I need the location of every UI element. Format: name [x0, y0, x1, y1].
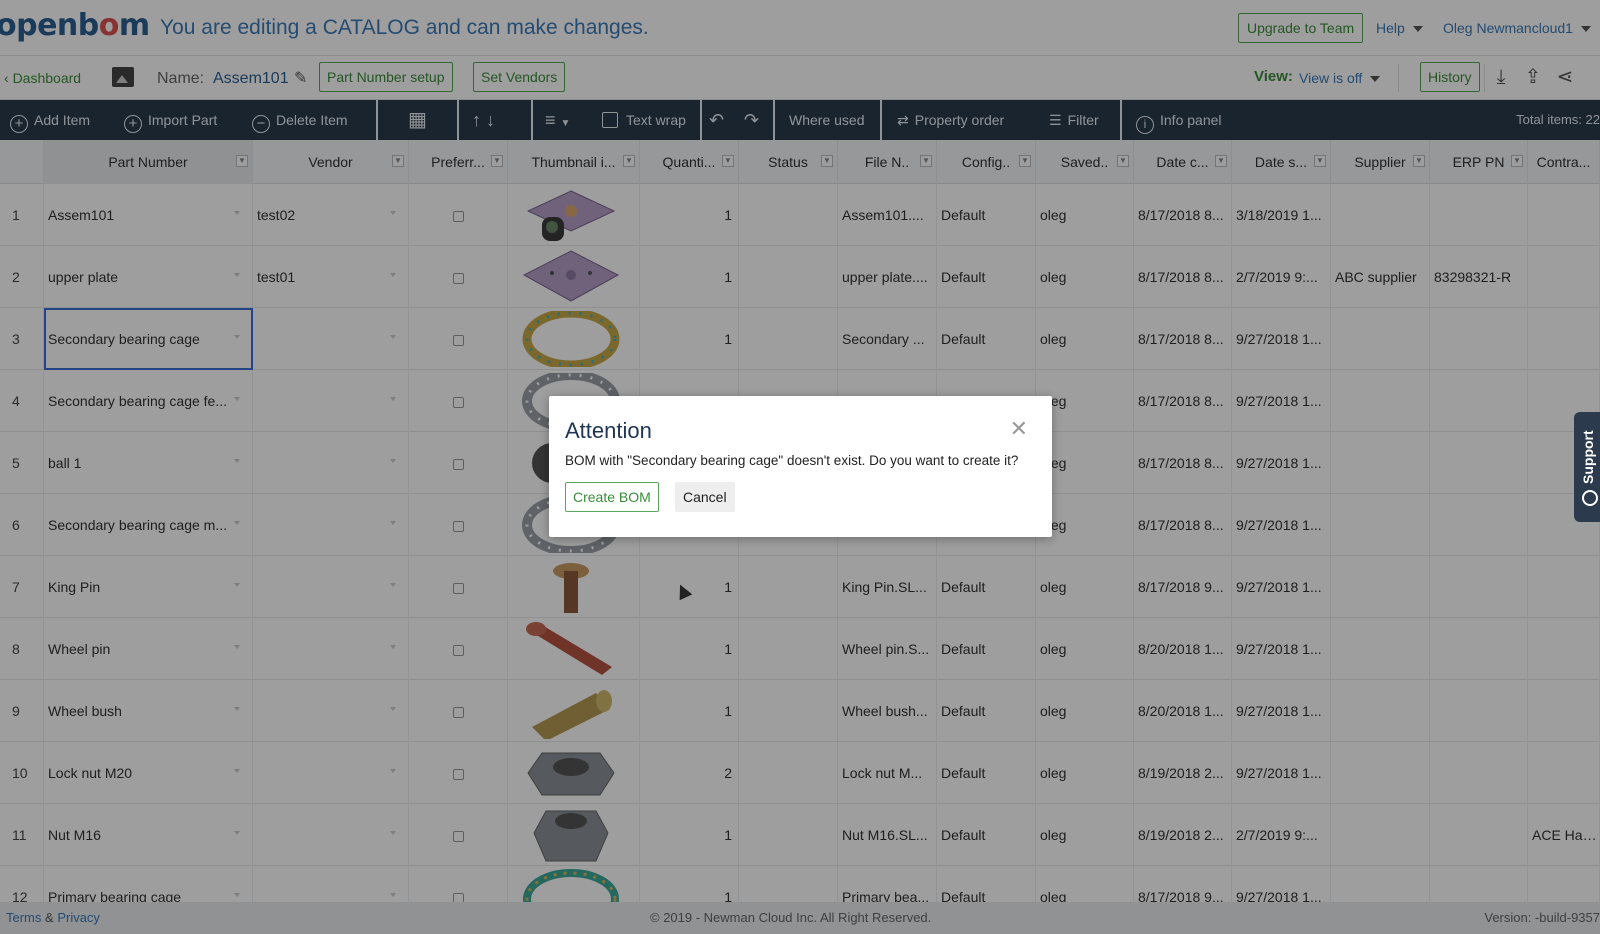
- create-bom-button[interactable]: Create BOM: [565, 482, 659, 512]
- close-icon[interactable]: ✕: [1010, 418, 1028, 440]
- dialog-message: BOM with "Secondary bearing cage" doesn'…: [565, 453, 1019, 468]
- support-label: Support: [1580, 430, 1596, 484]
- attention-dialog: Attention ✕ BOM with "Secondary bearing …: [549, 396, 1052, 537]
- support-tab[interactable]: Support: [1574, 412, 1600, 522]
- cancel-button[interactable]: Cancel: [675, 482, 735, 512]
- dialog-title: Attention: [565, 418, 652, 443]
- support-icon: [1582, 490, 1598, 506]
